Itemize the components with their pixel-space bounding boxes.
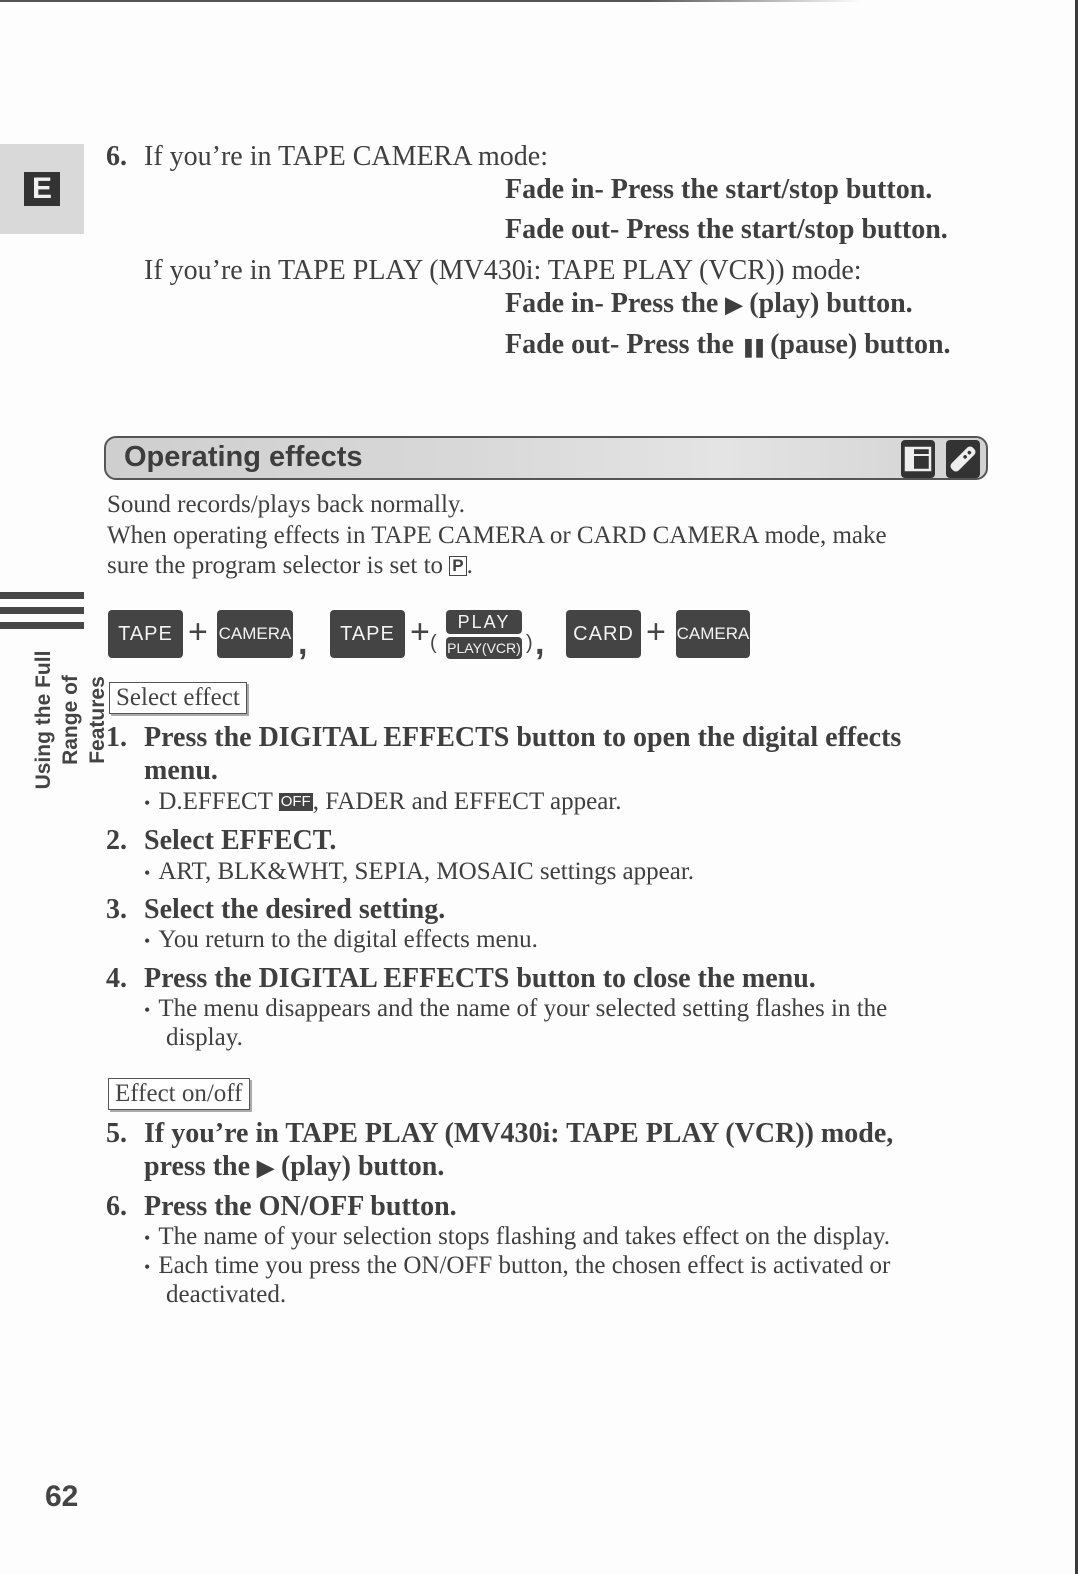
step-4-bullet: • The menu disappears and the name of you… bbox=[144, 995, 888, 1022]
step-1-bullet: • D.EFFECT OFF, FADER and EFFECT appear. bbox=[144, 788, 622, 815]
section-title: Operating effects bbox=[124, 441, 363, 473]
step-5-line2: press the ▶ (play) button. bbox=[144, 1151, 445, 1182]
pause-icon: ❚❚ bbox=[740, 337, 767, 357]
tape-play-fade-out: Fade out- Press the ❚❚ (pause) button. bbox=[505, 329, 951, 360]
step-4: 4. Press the DIGITAL EFFECTS button to cl… bbox=[106, 963, 816, 994]
play-icon: ▶ bbox=[257, 1155, 274, 1180]
effect-onoff-label: Effect on/off bbox=[108, 1078, 250, 1110]
open-paren: ( bbox=[430, 632, 437, 654]
card-icon bbox=[901, 440, 935, 478]
step-3: 3. Select the desired setting. bbox=[106, 894, 446, 925]
section-paragraph-2: When operating effects in TAPE CAMERA or… bbox=[107, 522, 887, 549]
tape-play-line: If you’re in TAPE PLAY (MV430i: TAPE PLA… bbox=[144, 255, 862, 286]
step-6-bullet-2: • Each time you press the ON/OFF button, … bbox=[144, 1252, 891, 1279]
off-badge-icon: OFF bbox=[278, 793, 313, 811]
select-effect-label: Select effect bbox=[109, 682, 247, 714]
intro-step-line: 6. If you’re in TAPE CAMERA mode: bbox=[106, 141, 548, 172]
chapter-label-line2: Range of Features bbox=[59, 675, 109, 765]
step-3-bullet: • You return to the digital effects menu. bbox=[144, 926, 538, 953]
card-key: CARD bbox=[566, 610, 641, 658]
camera-key: CAMERA bbox=[217, 610, 293, 658]
step-6: 6. Press the ON/OFF button. bbox=[106, 1191, 457, 1222]
play-vcr-key: PLAY(VCR) bbox=[446, 637, 522, 659]
step-number: 6. bbox=[106, 141, 127, 172]
plus-sign: + bbox=[410, 613, 430, 651]
remote-control-icon bbox=[946, 440, 980, 478]
step-6-bullet-2-line2: deactivated. bbox=[166, 1281, 287, 1308]
tape-camera-fade-in: Fade in- Press the start/stop button. bbox=[505, 174, 933, 205]
comma: , bbox=[298, 624, 308, 662]
step-5: 5. If you’re in TAPE PLAY (MV430i: TAPE P… bbox=[106, 1118, 894, 1149]
tape-play-fade-in: Fade in- Press the ▶ (play) button. bbox=[505, 288, 913, 319]
program-p-icon: P bbox=[449, 556, 467, 576]
page-number: 62 bbox=[45, 1480, 79, 1513]
step-1: 1. Press the DIGITAL EFFECTS button to op… bbox=[106, 722, 902, 753]
tape-key: TAPE bbox=[108, 610, 183, 658]
chapter-side-label: Using the Full Range of Features bbox=[30, 630, 109, 810]
section-paragraph-1: Sound records/plays back normally. bbox=[107, 491, 466, 518]
tape-key: TAPE bbox=[330, 610, 405, 658]
step-1-line2: menu. bbox=[144, 755, 218, 786]
page-edge-rule bbox=[1075, 0, 1078, 1574]
step-2: 2. Select EFFECT. bbox=[106, 825, 337, 856]
chapter-label-line1: Using the Full bbox=[32, 650, 55, 790]
section-paragraph-3: sure the program selector is set to P. bbox=[107, 552, 473, 579]
step-6-bullet-1: • The name of your selection stops flashi… bbox=[144, 1223, 891, 1250]
play-icon: ▶ bbox=[725, 292, 743, 317]
plus-sign: + bbox=[188, 613, 208, 651]
comma: , bbox=[535, 624, 545, 662]
tape-camera-fade-out: Fade out- Press the start/stop button. bbox=[505, 214, 948, 245]
step-2-bullet: • ART, BLK&WHT, SEPIA, MOSAIC settings ap… bbox=[144, 858, 695, 885]
step-4-bullet-line2: display. bbox=[166, 1024, 243, 1051]
top-rule bbox=[0, 0, 860, 2]
plus-sign: + bbox=[646, 613, 666, 651]
close-paren: ) bbox=[526, 632, 533, 654]
section-tab-letter: E bbox=[24, 172, 60, 206]
play-key: PLAY bbox=[446, 610, 522, 634]
camera-key: CAMERA bbox=[676, 610, 750, 658]
